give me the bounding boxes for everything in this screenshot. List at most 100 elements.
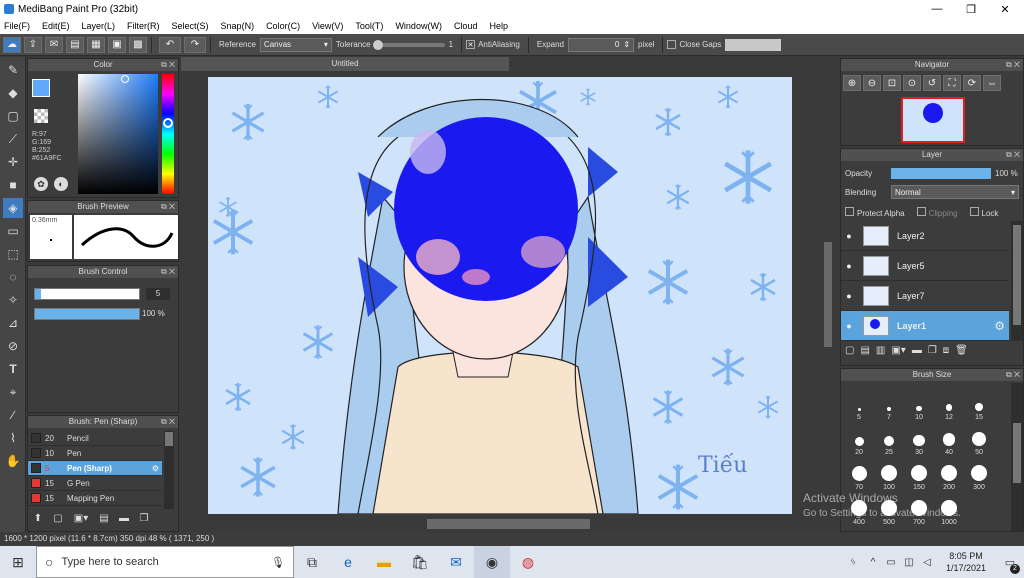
grid-large-icon[interactable]: ▩ <box>129 36 147 53</box>
layer-item[interactable]: ● Layer7 <box>841 281 1009 311</box>
new-brush-icon[interactable]: ▢ <box>50 513 66 529</box>
menu-edit[interactable]: Edit(E) <box>42 21 70 31</box>
brush-size-option[interactable]: 40 <box>935 424 963 456</box>
menu-view[interactable]: View(V) <box>312 21 343 31</box>
battery-icon[interactable]: ▭ <box>882 546 900 578</box>
picker-cursor[interactable] <box>121 75 129 83</box>
antialias-checkbox[interactable]: ✕ <box>466 40 476 49</box>
select-rect-icon[interactable]: ⬚ <box>3 244 23 264</box>
panel-close-icon[interactable]: ⧉ ✕ <box>161 416 175 428</box>
brush-size-option[interactable]: 70 <box>845 459 873 491</box>
new-halftone-layer-icon[interactable]: ▤ <box>860 345 869 356</box>
menu-layer[interactable]: Layer(L) <box>82 21 116 31</box>
add-brush-cloud-icon[interactable]: ⬆ <box>30 513 46 529</box>
medibang-icon[interactable]: ◉ <box>474 546 510 578</box>
tolerance-slider[interactable] <box>372 39 445 50</box>
close-button[interactable]: ✕ <box>988 0 1022 18</box>
menu-cloud[interactable]: Cloud <box>454 21 478 31</box>
redo-icon[interactable]: ↷ <box>184 36 206 53</box>
fill-rect-icon[interactable]: ■ <box>3 175 23 195</box>
brush-size-value[interactable]: 5 <box>146 288 170 300</box>
grid-icon[interactable]: ▣ <box>108 36 126 53</box>
panel-close-icon[interactable]: ⧉ ✕ <box>161 59 175 71</box>
cloud-icon[interactable]: ☁ <box>3 36 21 53</box>
scroll-thumb[interactable] <box>165 432 173 446</box>
page-icon[interactable]: ▦ <box>87 36 105 53</box>
brush-size-option[interactable]: 150 <box>905 459 933 491</box>
protect-alpha-option[interactable]: Protect Alpha <box>845 207 905 218</box>
brush-item-pen-sharp[interactable]: 5 Pen (Sharp) ⚙ <box>28 461 162 476</box>
maximize-button[interactable]: ❐ <box>954 0 988 18</box>
saturation-value-picker[interactable] <box>78 74 158 194</box>
add-brush-menu-icon[interactable]: ▣▾ <box>70 513 92 529</box>
windows-start-icon[interactable]: ⊞ <box>0 546 36 578</box>
panel-close-icon[interactable]: ⧉ ✕ <box>1006 59 1020 71</box>
tab-untitled[interactable]: Untitled <box>181 57 509 71</box>
brush-size-slider[interactable] <box>34 288 140 300</box>
layer-list-scrollbar[interactable] <box>1011 221 1023 341</box>
select-pen-icon[interactable]: ⊿ <box>3 313 23 333</box>
brush-size-option[interactable]: 7 <box>875 389 903 421</box>
mail-icon[interactable]: ✉ <box>438 546 474 578</box>
divide-icon[interactable]: ∕ <box>3 405 23 425</box>
brush-item-pen[interactable]: 10 Pen <box>28 446 162 461</box>
lock-option[interactable]: Lock <box>969 207 998 218</box>
close-gaps-checkbox[interactable] <box>667 40 677 49</box>
people-icon[interactable]: ᛃ <box>842 546 864 578</box>
clipping-option[interactable]: Clipping <box>916 207 958 218</box>
brush-size-option[interactable]: 200 <box>935 459 963 491</box>
expand-input[interactable]: 0 ⇕ <box>568 37 635 52</box>
menu-window[interactable]: Window(W) <box>395 21 442 31</box>
clock[interactable]: 8:05 PM 1/17/2021 <box>936 550 996 574</box>
share-icon[interactable]: ⇪ <box>24 36 42 53</box>
merge-layer-icon[interactable]: ⧈ <box>943 345 949 356</box>
menu-select[interactable]: Select(S) <box>172 21 209 31</box>
zoom-in-icon[interactable]: ⊕ <box>843 75 861 91</box>
store-icon[interactable]: 🛍 <box>402 546 438 578</box>
brush-size-scrollbar[interactable] <box>1011 383 1023 531</box>
text-icon[interactable]: T <box>3 359 23 379</box>
slider-handle[interactable] <box>372 39 383 50</box>
trash-icon[interactable]: 🗑 <box>955 345 968 356</box>
spinner-icon[interactable]: ⇕ <box>623 40 630 49</box>
scroll-thumb[interactable] <box>1013 225 1021 325</box>
brush-size-option[interactable]: 50 <box>965 424 993 456</box>
blending-select[interactable]: Normal ▾ <box>891 185 1019 199</box>
layer-item-selected[interactable]: ● Layer1 ⚙ <box>841 311 1009 341</box>
layer-item[interactable]: ● Layer5 <box>841 251 1009 281</box>
new-8bit-layer-icon[interactable]: ▥ <box>876 345 885 356</box>
new-layer-menu-icon[interactable]: ▣▾ <box>891 345 905 356</box>
folder-icon[interactable]: ▬ <box>912 345 922 356</box>
menu-color[interactable]: Color(C) <box>266 21 300 31</box>
brush-size-option[interactable]: 100 <box>875 459 903 491</box>
volume-icon[interactable]: ◁ <box>918 546 936 578</box>
gradient-icon[interactable]: ▭ <box>3 221 23 241</box>
hue-cursor[interactable] <box>163 118 173 128</box>
scroll-thumb[interactable] <box>427 519 590 529</box>
menu-filter[interactable]: Filter(R) <box>127 21 160 31</box>
brush-icon[interactable]: ✎ <box>3 60 23 80</box>
bucket-icon[interactable]: ◈ <box>3 198 23 218</box>
document-icon[interactable]: ▤ <box>66 36 84 53</box>
layer-item[interactable]: ● Layer2 <box>841 221 1009 251</box>
brush-item-mapping-pen[interactable]: 15 Mapping Pen <box>28 491 162 506</box>
notifications-icon[interactable]: ▭ 2 <box>996 546 1024 578</box>
panel-close-icon[interactable]: ⧉ ✕ <box>161 266 175 278</box>
menu-help[interactable]: Help <box>489 21 508 31</box>
zoom-out-icon[interactable]: ⊖ <box>863 75 881 91</box>
gear-icon[interactable]: ⚙ <box>152 464 159 473</box>
brush-item-pencil[interactable]: 20 Pencil <box>28 431 162 446</box>
menu-tool[interactable]: Tool(T) <box>355 21 383 31</box>
scroll-thumb[interactable] <box>824 242 832 347</box>
layer-opacity-slider[interactable] <box>891 168 991 179</box>
brush-settings-icon[interactable]: ▤ <box>96 513 112 529</box>
edge-icon[interactable]: e <box>330 546 366 578</box>
minimize-button[interactable]: — <box>920 0 954 18</box>
duplicate-icon[interactable]: ❐ <box>136 513 152 529</box>
flip-icon[interactable]: ⇔ <box>983 75 1001 91</box>
rotate-left-icon[interactable]: ↺ <box>923 75 941 91</box>
file-explorer-icon[interactable]: ▬ <box>366 546 402 578</box>
brush-size-option[interactable]: 10 <box>905 389 933 421</box>
chrome-icon[interactable]: ◍ <box>510 546 546 578</box>
lasso-icon[interactable]: ◌ <box>3 267 23 287</box>
